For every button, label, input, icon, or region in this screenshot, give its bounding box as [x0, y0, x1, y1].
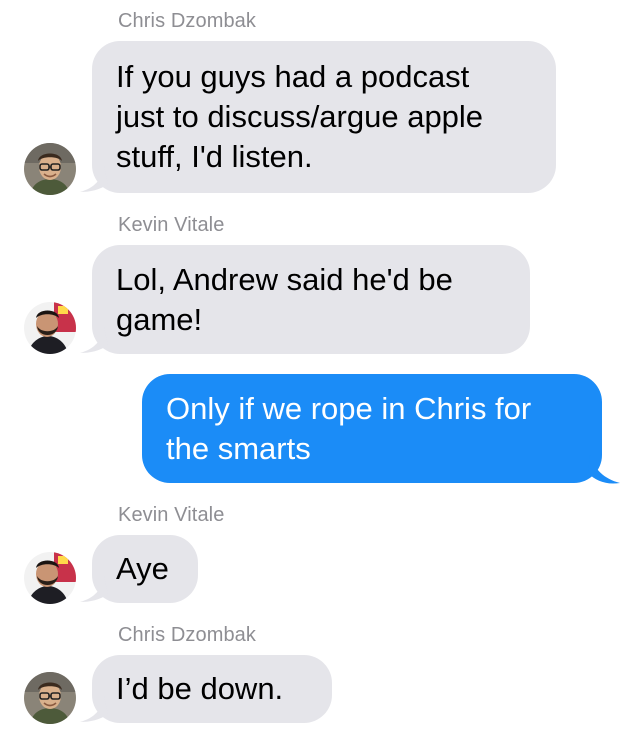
avatar[interactable]: [24, 552, 76, 604]
avatar[interactable]: [24, 302, 76, 354]
message-bubble-incoming[interactable]: If you guys had a podcast just to discus…: [92, 41, 556, 193]
sender-name: Kevin Vitale: [118, 214, 225, 236]
sender-name: Chris Dzombak: [118, 624, 256, 646]
bubble-tail: [78, 696, 108, 724]
sender-name: Kevin Vitale: [118, 504, 225, 526]
message-bubble-outgoing[interactable]: Only if we rope in Chris for the smarts: [142, 374, 602, 483]
sender-name: Chris Dzombak: [118, 10, 256, 32]
avatar[interactable]: [24, 143, 76, 195]
kevin-avatar-icon: [24, 302, 76, 354]
chris-avatar-icon: [24, 672, 76, 724]
bubble-tail: [78, 166, 108, 194]
bubble-tail: [78, 327, 108, 355]
chris-avatar-icon: [24, 143, 76, 195]
bubble-tail: [588, 455, 620, 485]
kevin-avatar-icon: [24, 552, 76, 604]
message-bubble-incoming[interactable]: I’d be down.: [92, 655, 332, 723]
avatar[interactable]: [24, 672, 76, 724]
bubble-tail: [78, 576, 108, 604]
message-bubble-incoming[interactable]: Lol, Andrew said he'd be game!: [92, 245, 530, 354]
